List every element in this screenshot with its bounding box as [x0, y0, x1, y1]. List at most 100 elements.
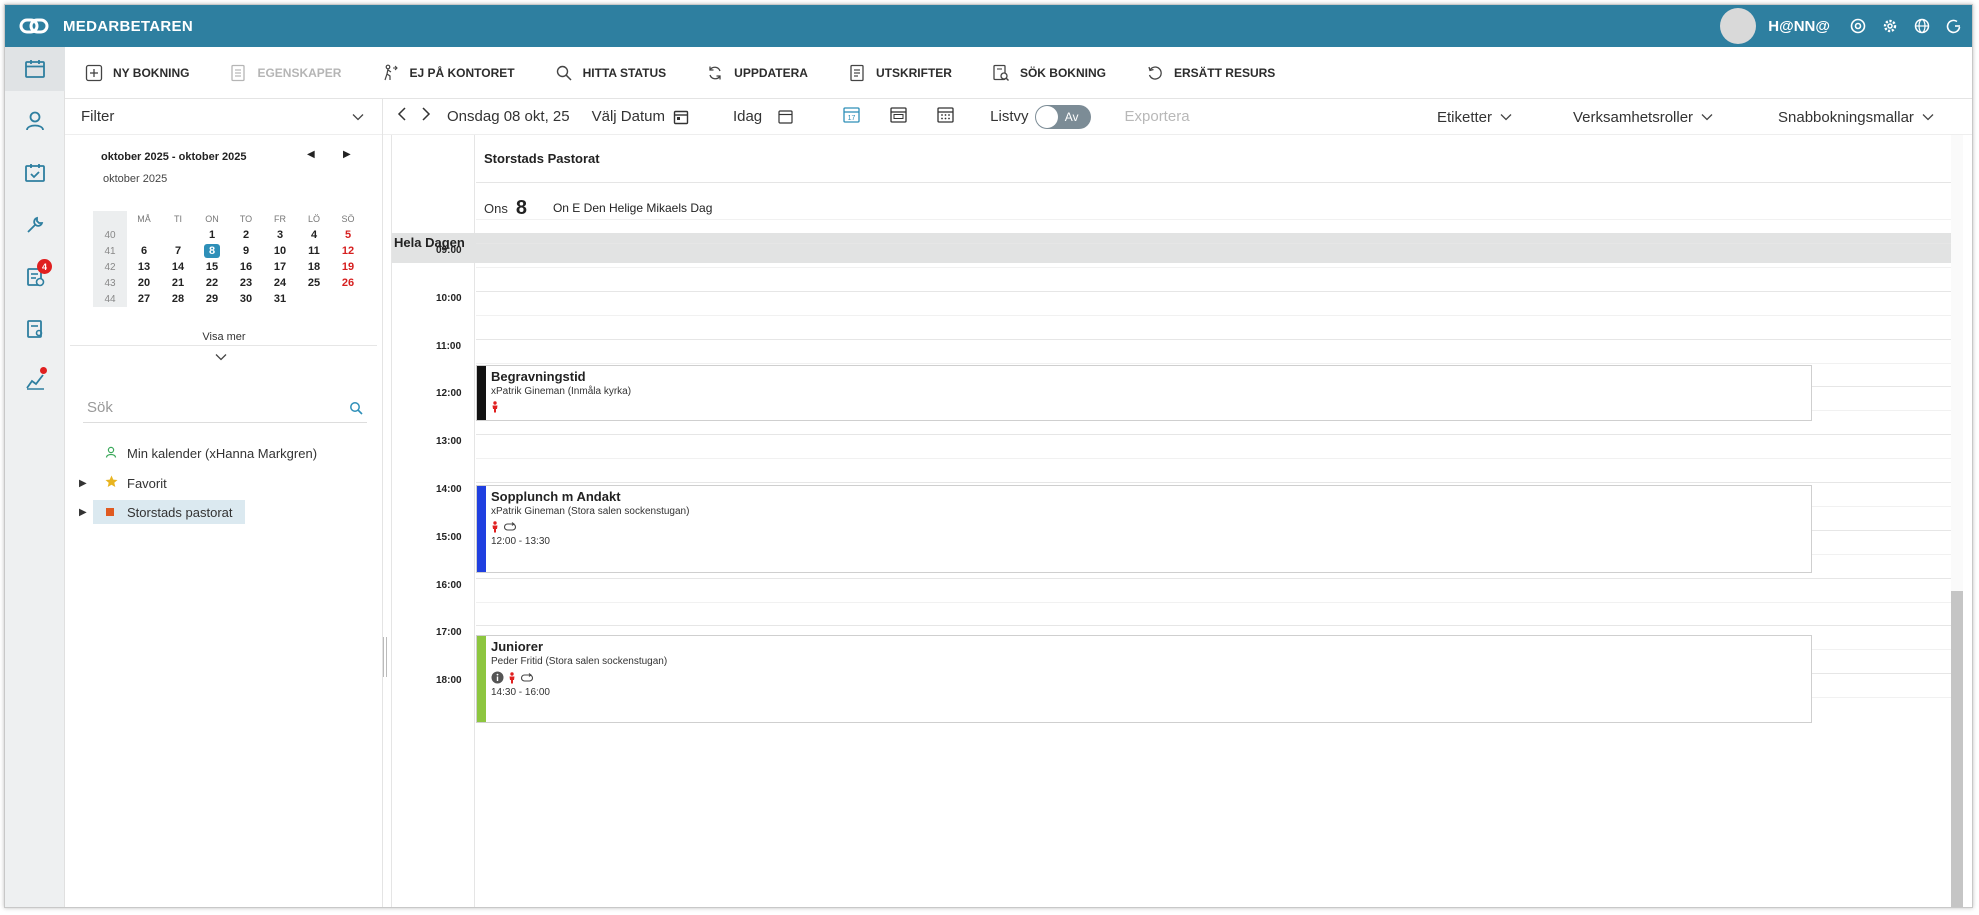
- mini-calendar-day[interactable]: 26: [331, 275, 365, 291]
- day-view-icon[interactable]: 17: [843, 106, 860, 127]
- hour-label: 12:00: [436, 388, 462, 400]
- mini-calendar-day[interactable]: 23: [229, 275, 263, 291]
- search-icon[interactable]: [349, 401, 363, 415]
- mini-calendar-day[interactable]: 20: [127, 275, 161, 291]
- mini-calendar-day[interactable]: 5: [331, 227, 365, 243]
- vertical-scrollbar[interactable]: [1951, 135, 1963, 907]
- calendar-check-nav-icon[interactable]: [5, 151, 65, 195]
- app-logo-icon[interactable]: [5, 5, 63, 47]
- mini-calendar-day[interactable]: 8: [195, 243, 229, 259]
- help-lifebuoy-icon[interactable]: [1848, 16, 1868, 36]
- mini-calendar-day[interactable]: 12: [331, 243, 365, 259]
- new-booking-button[interactable]: NY BOKNING: [85, 64, 189, 82]
- gear-icon[interactable]: [1880, 16, 1900, 36]
- mini-calendar-day[interactable]: 17: [263, 259, 297, 275]
- properties-button[interactable]: EGENSKAPER: [229, 64, 341, 82]
- expand-arrow-icon[interactable]: ▶: [79, 478, 87, 489]
- search-booking-button[interactable]: SÖK BOKNING: [992, 64, 1106, 82]
- day-calendar-grid[interactable]: Storstads Pastorat Ons 8 On E Den Helige…: [391, 135, 1963, 907]
- show-more-link[interactable]: Visa mer: [65, 331, 383, 343]
- event-subtitle: xPatrik Gineman (Stora salen sockenstuga…: [491, 506, 690, 517]
- calendar-toolbar: Onsdag 08 okt, 25 Välj Datum Idag 17 Lis…: [383, 99, 1972, 135]
- today-button[interactable]: Idag: [733, 108, 793, 125]
- all-day-row[interactable]: [392, 233, 1963, 263]
- filter-dropdown[interactable]: Filter: [65, 99, 382, 135]
- mini-calendar-day[interactable]: 7: [161, 243, 195, 259]
- mini-calendar-day[interactable]: 4: [297, 227, 331, 243]
- calendar-nav-icon[interactable]: [5, 47, 65, 91]
- list-view-toggle[interactable]: Listvy Av: [990, 104, 1091, 129]
- hour-label: 10:00: [436, 292, 462, 304]
- mini-calendar-day[interactable]: 15: [195, 259, 229, 275]
- roles-dropdown[interactable]: Verksamhetsroller: [1573, 99, 1713, 135]
- expand-arrow-icon[interactable]: ▶: [79, 507, 87, 518]
- tasks-nav-icon[interactable]: 4: [5, 255, 65, 299]
- event-begravningstid[interactable]: Begravningstid xPatrik Gineman (Inmåla k…: [476, 365, 1812, 421]
- replace-resource-label: ERSÄTT RESURS: [1173, 65, 1276, 80]
- mini-calendar-day[interactable]: 14: [161, 259, 195, 275]
- mini-calendar-day[interactable]: 30: [229, 291, 263, 307]
- labels-label: Etiketter: [1437, 108, 1493, 126]
- mini-calendar-day[interactable]: 11: [297, 243, 331, 259]
- logout-icon[interactable]: [1944, 16, 1964, 36]
- refresh-button[interactable]: UPPDATERA: [706, 64, 808, 82]
- mini-calendar-day[interactable]: 27: [127, 291, 161, 307]
- event-title: Juniorer: [491, 639, 544, 654]
- mini-calendar-day[interactable]: 9: [229, 243, 263, 259]
- globe-icon[interactable]: [1912, 16, 1932, 36]
- week-view-icon[interactable]: [890, 106, 907, 127]
- find-status-button[interactable]: HITTA STATUS: [555, 64, 666, 82]
- mini-calendar-day[interactable]: 29: [195, 291, 229, 307]
- mini-calendar-day[interactable]: 3: [263, 227, 297, 243]
- day-note: On E Den Helige Mikaels Dag: [552, 201, 713, 215]
- choose-date-label: Välj Datum: [591, 108, 665, 125]
- search-input[interactable]: Sök: [83, 393, 367, 423]
- mini-calendar-day[interactable]: 6: [127, 243, 161, 259]
- labels-dropdown[interactable]: Etiketter: [1437, 99, 1512, 135]
- mini-calendar-day[interactable]: 24: [263, 275, 297, 291]
- mini-calendar-next-icon[interactable]: ▶: [343, 149, 351, 160]
- panel-resize-handle[interactable]: [383, 637, 387, 677]
- report-nav-icon[interactable]: [5, 307, 65, 351]
- export-button[interactable]: Exportera: [1125, 108, 1190, 125]
- replace-resource-button[interactable]: ERSÄTT RESURS: [1146, 64, 1275, 82]
- hour-label: 13:00: [436, 436, 462, 448]
- statistics-nav-icon[interactable]: [5, 359, 65, 403]
- mini-calendar-day[interactable]: 2: [229, 227, 263, 243]
- mini-calendar-day[interactable]: 31: [263, 291, 297, 307]
- today-marker[interactable]: 8: [203, 244, 221, 258]
- chevron-down-icon[interactable]: [215, 349, 227, 364]
- statistics-alert-dot: [40, 367, 47, 374]
- document-icon: [231, 64, 246, 81]
- not-in-office-button[interactable]: EJ PÅ KONTORET: [381, 64, 515, 82]
- person-icon: [105, 446, 117, 461]
- toggle-switch[interactable]: Av: [1034, 104, 1091, 129]
- prev-day-icon[interactable]: [397, 107, 407, 126]
- avatar[interactable]: [1720, 8, 1757, 44]
- mini-calendar-day[interactable]: 18: [297, 259, 331, 275]
- wrench-nav-icon[interactable]: [5, 203, 65, 247]
- mini-calendar-day[interactable]: 25: [297, 275, 331, 291]
- username[interactable]: H@NN@: [1768, 18, 1830, 35]
- mini-calendar-day[interactable]: 1: [195, 227, 229, 243]
- quick-templates-dropdown[interactable]: Snabbokningsmallar: [1778, 99, 1934, 135]
- mini-calendar-day[interactable]: 19: [331, 259, 365, 275]
- choose-date-button[interactable]: Välj Datum: [592, 108, 689, 125]
- mini-calendar-day[interactable]: 28: [161, 291, 195, 307]
- person-nav-icon[interactable]: [5, 99, 65, 143]
- mini-calendar-day[interactable]: 21: [161, 275, 195, 291]
- mini-calendar-prev-icon[interactable]: ◀: [307, 149, 315, 160]
- event-sopplunch-m-andakt[interactable]: Sopplunch m Andakt xPatrik Gineman (Stor…: [476, 485, 1812, 573]
- plus-square-icon: [85, 64, 103, 81]
- mini-calendar-day[interactable]: 16: [229, 259, 263, 275]
- mini-calendar-day[interactable]: 13: [127, 259, 161, 275]
- next-day-icon[interactable]: [421, 107, 431, 126]
- mini-calendar-day[interactable]: 22: [195, 275, 229, 291]
- week-number: 43: [93, 275, 127, 291]
- scrollbar-thumb[interactable]: [1951, 591, 1963, 907]
- event-juniorer[interactable]: Juniorer Peder Fritid (Stora salen socke…: [476, 635, 1812, 723]
- printouts-button[interactable]: UTSKRIFTER: [848, 64, 952, 82]
- mini-calendar-day[interactable]: 10: [263, 243, 297, 259]
- month-view-icon[interactable]: [937, 106, 954, 127]
- not-in-office-label: EJ PÅ KONTORET: [409, 65, 515, 80]
